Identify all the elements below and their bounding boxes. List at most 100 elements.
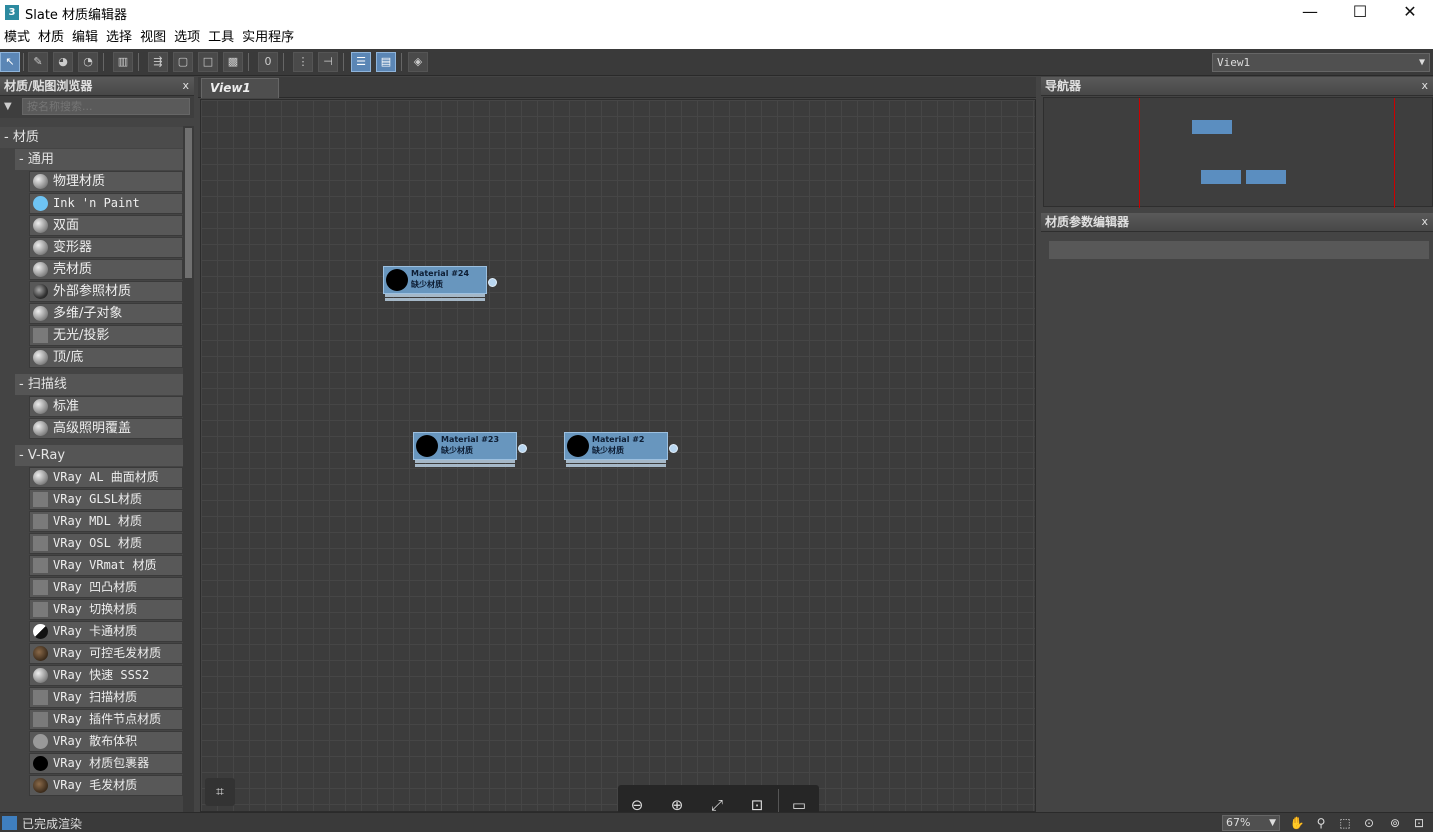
material-item-label: 无光/投影 [53,328,110,343]
show-background-icon[interactable]: □ [198,52,218,72]
output-port[interactable] [518,444,527,453]
lock-icon[interactable]: ▢ [173,52,193,72]
minimize-button[interactable]: — [1287,0,1333,26]
material-list-item[interactable]: 标准 [29,396,183,417]
scrollbar-thumb[interactable] [185,128,192,278]
material-list-item[interactable]: VRay 卡通材质 [29,621,183,642]
material-list-item[interactable]: VRay 可控毛发材质 [29,643,183,664]
material-sphere-icon [567,435,589,457]
frame-all-icon[interactable]: ⊚ [1386,814,1404,832]
menu-edit[interactable]: 编辑 [68,26,102,49]
material-list-item[interactable]: VRay 毛发材质 [29,775,183,796]
material-list-item[interactable]: VRay 凹凸材质 [29,577,183,598]
browser-title: 材质/贴图浏览器 [4,79,93,93]
material-list-item[interactable]: 双面 [29,215,183,236]
select-tool-icon[interactable]: ↖ [0,52,20,72]
tree-group[interactable]: - V-Ray [15,445,183,466]
material-list-item[interactable]: 外部参照材质 [29,281,183,302]
material-item-label: 物理材质 [53,174,106,189]
view-select-dropdown[interactable]: View1 ▼ [1212,53,1430,72]
close-icon[interactable]: x [1421,77,1428,95]
chevron-down-icon: ▼ [1269,818,1276,828]
search-input[interactable] [22,98,190,115]
put-to-scene-icon[interactable]: ◕ [53,52,73,72]
material-list-item[interactable]: VRay MDL 材质 [29,511,183,532]
node-name: Material #23 [441,435,500,444]
menu-view[interactable]: 视图 [136,26,170,49]
menu-utilities[interactable]: 实用程序 [238,26,298,49]
close-icon[interactable]: x [182,77,189,95]
material-node[interactable]: Material #2 缺少材质 [564,432,678,468]
browser-scrollbar[interactable] [183,126,194,812]
material-list-item[interactable]: VRay GLSL材质 [29,489,183,510]
navigator-header: 导航器 x [1041,77,1433,96]
menu-select[interactable]: 选择 [102,26,136,49]
zoom-level-dropdown[interactable]: 67% ▼ [1222,815,1280,831]
frame-selected-icon[interactable]: ⊙ [1360,814,1378,832]
show-map-icon[interactable]: ▩ [223,52,243,72]
material-list-item[interactable]: VRay 散布体积 [29,731,183,752]
delete-icon[interactable]: ▥ [113,52,133,72]
maximize-button[interactable]: ☐ [1337,0,1383,26]
close-icon[interactable]: x [1421,213,1428,231]
search-options-icon[interactable]: ▼ [4,101,12,112]
material-list-item[interactable]: VRay 扫描材质 [29,687,183,708]
tab-view1[interactable]: View1 [201,78,279,98]
material-list-item[interactable]: VRay AL 曲面材质 [29,467,183,488]
toolbar-separator [248,53,249,71]
close-button[interactable]: ✕ [1387,0,1433,26]
zoom-icon[interactable]: ⚲ [1312,814,1330,832]
tree-group[interactable]: - 扫描线 [15,374,183,395]
material-browser-toggle-icon[interactable]: ☰ [351,52,371,72]
param-editor-toggle-icon[interactable]: ▤ [376,52,396,72]
material-node[interactable]: Material #24 缺少材质 [383,266,497,302]
group-materials[interactable]: - 材质 [0,127,183,148]
material-sphere-icon [416,435,438,457]
node-view-canvas[interactable]: Material #24 缺少材质 Material #23 缺少材质 Mate… [200,99,1036,812]
material-list-item[interactable]: VRay 切换材质 [29,599,183,620]
material-swatch-icon [33,306,48,321]
material-item-label: VRay OSL 材质 [53,536,143,550]
material-swatch-icon [33,514,48,529]
material-item-label: 标准 [53,399,80,414]
menu-mode[interactable]: 模式 [0,26,34,49]
material-list-item[interactable]: VRay 快速 SSS2 [29,665,183,686]
material-list-item[interactable]: 无光/投影 [29,325,183,346]
render-status-icon [2,816,17,830]
material-node[interactable]: Material #23 缺少材质 [413,432,527,468]
layout-vertical-icon[interactable]: ⋮ [293,52,313,72]
navigator-view[interactable] [1043,97,1433,208]
material-list-item[interactable]: 多维/子对象 [29,303,183,324]
layout-children-icon[interactable]: ⊣ [318,52,338,72]
tree-group[interactable]: - 通用 [15,149,183,170]
binoculars-icon[interactable]: ⌗ [205,778,235,806]
material-list-item[interactable]: 变形器 [29,237,183,258]
material-list-item[interactable]: VRay 插件节点材质 [29,709,183,730]
material-list-item[interactable]: VRay OSL 材质 [29,533,183,554]
material-item-label: Ink 'n Paint [53,196,140,210]
material-list-item[interactable]: 物理材质 [29,171,183,192]
menu-options[interactable]: 选项 [170,26,204,49]
pick-material-icon[interactable]: ✎ [28,52,48,72]
pan-to-selected-icon[interactable]: ⊡ [1410,814,1428,832]
pan-hand-icon[interactable]: ✋ [1288,814,1306,832]
browser-header: 材质/贴图浏览器 x [0,77,194,96]
material-list-item[interactable]: 顶/底 [29,347,183,368]
zoom-region-icon[interactable]: ⬚ [1336,814,1354,832]
material-list-item[interactable]: VRay VRmat 材质 [29,555,183,576]
material-list-item[interactable]: Ink 'n Paint [29,193,183,214]
assign-material-icon[interactable]: ◔ [78,52,98,72]
material-id-icon[interactable]: 0 [258,52,278,72]
menu-material[interactable]: 材质 [34,26,68,49]
move-children-icon[interactable]: ⇶ [148,52,168,72]
select-by-material-icon[interactable]: ◈ [408,52,428,72]
material-list-item[interactable]: VRay 材质包裹器 [29,753,183,774]
material-item-label: VRay 快速 SSS2 [53,668,150,682]
material-list-item[interactable]: 高级照明覆盖 [29,418,183,439]
output-port[interactable] [669,444,678,453]
menu-tools[interactable]: 工具 [204,26,238,49]
material-swatch-icon [33,712,48,727]
output-port[interactable] [488,278,497,287]
material-list-item[interactable]: 壳材质 [29,259,183,280]
view-tabs: View1 [198,77,1036,98]
